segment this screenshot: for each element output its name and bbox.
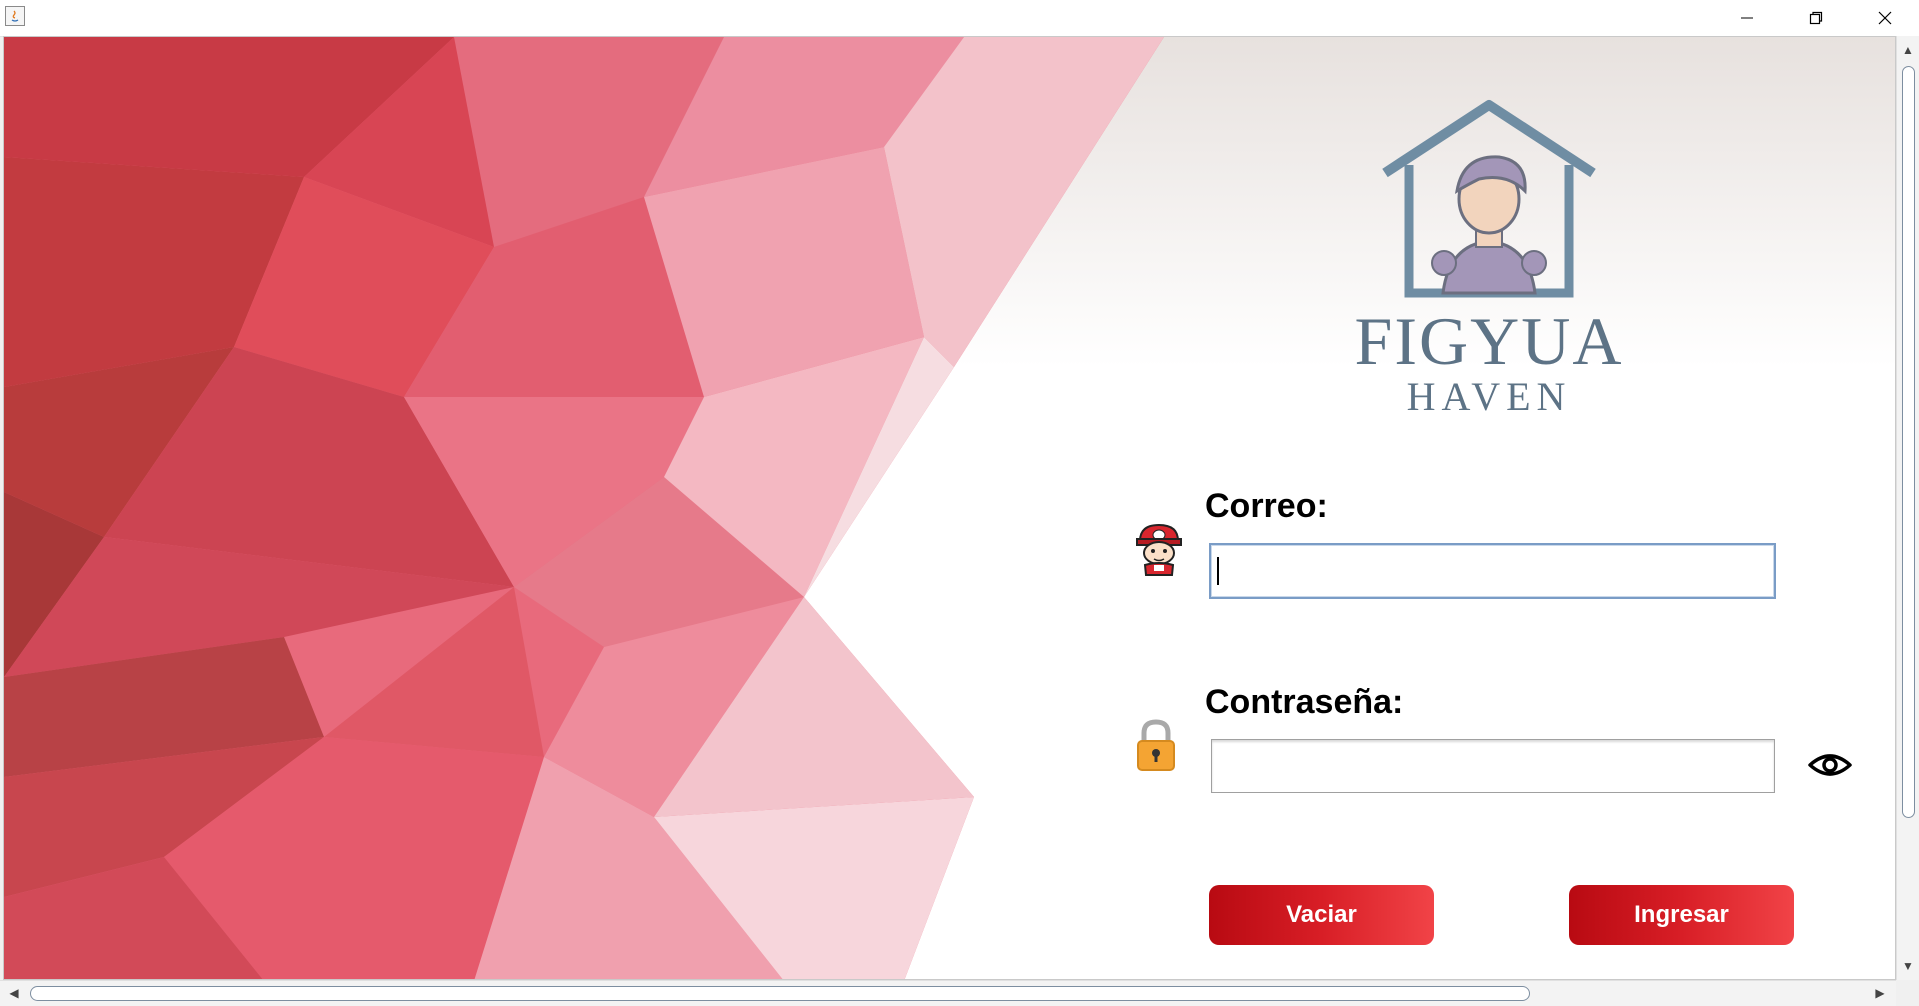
lock-icon (1137, 719, 1175, 771)
email-field[interactable] (1209, 543, 1776, 599)
clear-button[interactable]: Vaciar (1209, 885, 1434, 945)
character-avatar-icon (1136, 523, 1182, 576)
scroll-left-icon[interactable]: ◀ (6, 985, 22, 1001)
java-app-icon (5, 6, 25, 26)
login-button[interactable]: Ingresar (1569, 885, 1794, 945)
scroll-up-icon[interactable]: ▲ (1900, 42, 1916, 58)
close-button[interactable] (1850, 0, 1919, 36)
restore-icon (1809, 11, 1822, 25)
eye-icon[interactable] (1807, 747, 1853, 783)
maximize-button[interactable] (1781, 0, 1850, 36)
scrollbar-corner (1896, 980, 1919, 1006)
text-caret (1217, 557, 1219, 585)
horizontal-scroll-thumb[interactable] (30, 986, 1530, 1001)
scroll-right-icon[interactable]: ▶ (1872, 985, 1888, 1001)
close-icon (1878, 11, 1891, 25)
password-label: Contraseña: (1205, 683, 1404, 721)
brand-subtitle: HAVEN (1406, 374, 1572, 419)
login-panel: FIGYUA HAVEN Correo: Contraseña: Vaciar … (3, 36, 1896, 980)
minimize-button[interactable] (1712, 0, 1781, 36)
scroll-down-icon[interactable]: ▼ (1900, 958, 1916, 974)
vertical-scrollbar[interactable]: ▲ ▼ (1896, 36, 1919, 980)
title-bar (0, 0, 1919, 37)
login-window: FIGYUA HAVEN Correo: Contraseña: Vaciar … (0, 0, 1919, 1006)
brand-title: FIGYUA (1354, 303, 1624, 379)
password-field[interactable] (1211, 739, 1775, 793)
horizontal-scrollbar[interactable]: ◀ ▶ (0, 980, 1896, 1006)
email-label: Correo: (1205, 487, 1328, 525)
vertical-scroll-thumb[interactable] (1902, 66, 1915, 818)
minimize-icon (1740, 17, 1753, 19)
